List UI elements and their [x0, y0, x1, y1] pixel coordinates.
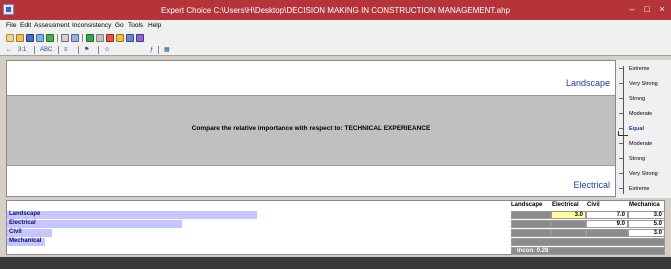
scale-strong-top[interactable]: Strong [629, 96, 645, 102]
scale-moderate-top[interactable]: Moderate [629, 111, 652, 117]
scale-tick [619, 128, 623, 129]
scale-tick [619, 113, 623, 114]
matrix-cell [511, 220, 551, 228]
help-icon[interactable] [126, 34, 134, 42]
right-element-label: Electrical [573, 180, 610, 190]
scale-tick [619, 143, 623, 144]
menu-bar: File Edit Assessment Inconsistency Go To… [0, 20, 671, 32]
graphical-mode-button[interactable]: ≡ [64, 45, 68, 55]
participant-button[interactable]: ☺ [104, 45, 110, 55]
window-title: Expert Choice C:\Users\H\Desktop\DECISIO… [161, 6, 510, 15]
matrix-cell [586, 229, 628, 237]
graph-icon[interactable] [116, 34, 124, 42]
minimize-button[interactable]: – [625, 3, 639, 16]
calculate-button[interactable]: ƒ [150, 45, 153, 55]
scale-tick [619, 158, 623, 159]
toolbar-separator [82, 34, 83, 42]
matrix-view-button[interactable]: ▦ [164, 45, 170, 55]
matrix-cell [511, 211, 551, 219]
settings-icon[interactable] [106, 34, 114, 42]
comparison-panel: Landscape Compare the relative importanc… [6, 60, 616, 197]
menu-tools[interactable]: Tools [128, 22, 143, 29]
scale-icon[interactable] [96, 34, 104, 42]
scale-slider-handle[interactable] [618, 131, 628, 136]
scale-extreme-bottom[interactable]: Extreme [629, 186, 649, 192]
model-view-icon[interactable] [86, 34, 94, 42]
questionnaire-button[interactable]: ⚑ [84, 45, 89, 55]
pairwise-numeric-icon[interactable]: ↔ [6, 45, 12, 55]
scale-equal[interactable]: Equal [629, 126, 644, 132]
maximize-button[interactable]: □ [640, 3, 654, 16]
toolbar-separator [98, 46, 99, 54]
row-label-electrical[interactable]: Electrical [9, 220, 36, 226]
pointer-icon[interactable] [136, 34, 144, 42]
comparison-matrix: Landscape Electrical Civil Mechanical La… [6, 200, 665, 255]
row-label-mechanical[interactable]: Mechanical [9, 238, 41, 244]
scale-moderate-bottom[interactable]: Moderate [629, 141, 652, 147]
menu-file[interactable]: File [6, 22, 16, 29]
matrix-cell-selected[interactable]: 3.0 [551, 211, 586, 219]
toolbar-separator [34, 46, 35, 54]
left-element-label: Landscape [565, 78, 610, 88]
paste-icon[interactable] [71, 34, 79, 42]
matrix-cell[interactable]: 3.0 [628, 211, 665, 219]
scale-very-strong-bottom[interactable]: Very Strong [629, 171, 658, 177]
menu-inconsistency[interactable]: Inconsistency [72, 22, 111, 29]
toolbar-separator [158, 46, 159, 54]
column-header-landscape: Landscape [511, 202, 543, 208]
matrix-cell [551, 220, 586, 228]
toolbar-separator [78, 46, 79, 54]
toolbar-main [0, 32, 671, 44]
scale-tick [619, 83, 623, 84]
menu-help[interactable]: Help [148, 22, 161, 29]
close-button[interactable]: × [655, 3, 669, 16]
scale-extreme-top[interactable]: Extreme [629, 66, 649, 72]
verbal-scale: Extreme Very Strong Strong Moderate Equa… [616, 60, 671, 198]
scale-strong-bottom[interactable]: Strong [629, 156, 645, 162]
matrix-cell [551, 229, 586, 237]
scale-tick [619, 173, 623, 174]
column-header-mechanical: Mechanica [629, 202, 660, 208]
save-icon[interactable] [26, 34, 34, 42]
matrix-cell[interactable]: 3.0 [628, 229, 665, 237]
status-bar [0, 257, 671, 269]
toolbar-separator [58, 46, 59, 54]
matrix-cell [511, 229, 551, 237]
toolbar-separator [57, 34, 58, 42]
matrix-cell[interactable]: 9.0 [586, 220, 628, 228]
copy-icon[interactable] [61, 34, 69, 42]
toolbar-comparison: ↔ 3:1 ABC ≡ ⚑ ☺ ƒ ▦ [0, 44, 671, 56]
scale-tick [619, 98, 623, 99]
title-bar: Expert Choice C:\Users\H\Desktop\DECISIO… [0, 0, 671, 20]
menu-assessment[interactable]: Assessment [34, 22, 69, 29]
scale-track [623, 66, 624, 194]
row-label-civil[interactable]: Civil [9, 229, 22, 235]
new-file-icon[interactable] [6, 34, 14, 42]
scale-tick [619, 188, 623, 189]
verbal-mode-button[interactable]: ABC [40, 45, 52, 55]
column-header-civil: Civil [587, 202, 600, 208]
left-element-box[interactable]: Landscape [7, 61, 615, 96]
matrix-cell[interactable]: 7.0 [586, 211, 628, 219]
scale-tick [619, 68, 623, 69]
numeric-mode-button[interactable]: 3:1 [18, 45, 26, 55]
check-icon[interactable] [46, 34, 54, 42]
right-element-box[interactable]: Electrical [7, 165, 615, 196]
scale-very-strong-top[interactable]: Very Strong [629, 81, 658, 87]
matrix-cell[interactable]: 5.0 [628, 220, 665, 228]
matrix-cell [511, 238, 665, 246]
print-icon[interactable] [36, 34, 44, 42]
menu-edit[interactable]: Edit [20, 22, 31, 29]
column-header-electrical: Electrical [552, 202, 579, 208]
inconsistency-ratio: Incon: 0.28 [517, 248, 549, 254]
menu-go[interactable]: Go [115, 22, 124, 29]
priority-bar-landscape [7, 211, 257, 219]
comparison-question: Compare the relative importance with res… [191, 125, 431, 132]
open-folder-icon[interactable] [16, 34, 24, 42]
row-label-landscape[interactable]: Landscape [9, 211, 40, 217]
